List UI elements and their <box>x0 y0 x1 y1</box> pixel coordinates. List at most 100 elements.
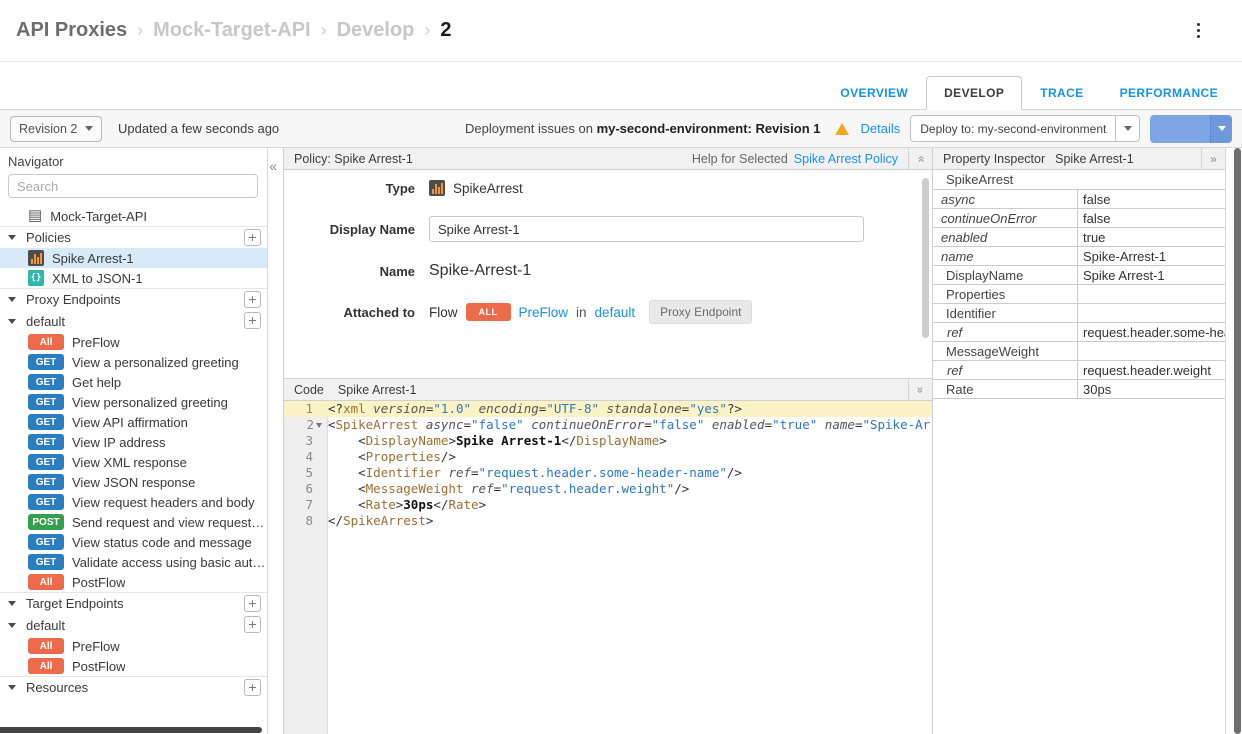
code-line[interactable]: 2<SpikeArrest async="false" continueOnEr… <box>284 417 932 433</box>
navigator-row[interactable]: POSTSend request and view request… <box>0 512 267 532</box>
collapse-caret-icon[interactable] <box>8 319 16 324</box>
fold-caret-icon[interactable] <box>316 423 322 428</box>
search-input[interactable] <box>8 174 258 198</box>
expand-code-panel-icon[interactable]: » <box>908 379 932 400</box>
proxy-endpoint-chip[interactable]: Proxy Endpoint <box>649 300 752 324</box>
collapse-caret-icon[interactable] <box>8 623 16 628</box>
tree-item-label: Mock-Target-API <box>50 209 147 224</box>
save-button-label[interactable]: Save <box>1150 115 1210 143</box>
flow-label: Get help <box>72 375 121 390</box>
flow-label: PostFlow <box>72 575 125 590</box>
code-line[interactable]: 4 <Properties/> <box>284 449 932 465</box>
preflow-link[interactable]: PreFlow <box>519 305 569 320</box>
navigator-row[interactable]: AllPostFlow <box>0 656 267 676</box>
default-endpoint-link[interactable]: default <box>595 305 636 320</box>
navigator-row[interactable]: GETView API affirmation <box>0 412 267 432</box>
add-button[interactable]: + <box>244 679 261 696</box>
navigator-row[interactable]: default+ <box>0 310 267 332</box>
details-link[interactable]: Details <box>861 121 901 136</box>
breadcrumb-item[interactable]: 2 <box>440 19 451 42</box>
save-dropdown-arrow[interactable] <box>1210 115 1232 143</box>
collapse-caret-icon[interactable] <box>8 297 16 302</box>
add-button[interactable]: + <box>244 312 261 329</box>
navigator-row[interactable]: Spike Arrest-1 <box>0 248 267 268</box>
display-name-input[interactable] <box>429 216 864 242</box>
tab-overview[interactable]: OVERVIEW <box>822 76 926 110</box>
navigator-row[interactable]: GETGet help <box>0 372 267 392</box>
code-line[interactable]: 6 <MessageWeight ref="request.header.wei… <box>284 481 932 497</box>
property-row: Identifier <box>933 304 1225 323</box>
navigator-row[interactable]: GETView XML response <box>0 452 267 472</box>
chevron-down-icon[interactable] <box>1115 116 1139 141</box>
code-line[interactable]: 5 <Identifier ref="request.header.some-h… <box>284 465 932 481</box>
navigator-horizontal-scrollbar[interactable] <box>0 727 262 733</box>
navigator-row[interactable]: ▤Mock-Target-API <box>0 206 267 226</box>
property-value[interactable]: 30ps <box>1078 380 1225 398</box>
revision-select-value: Revision 2 <box>19 122 77 136</box>
code-line-text: </SpikeArrest> <box>328 513 932 529</box>
collapse-policy-panel-icon[interactable]: » <box>908 148 932 169</box>
expand-inspector-icon[interactable]: » <box>1201 148 1225 169</box>
navigator-row[interactable]: default+ <box>0 614 267 636</box>
property-value[interactable]: false <box>1078 190 1225 208</box>
navigator-row[interactable]: Resources+ <box>0 676 267 698</box>
navigator-row[interactable]: {}XML to JSON-1 <box>0 268 267 288</box>
code-line[interactable]: 8</SpikeArrest> <box>284 513 932 529</box>
navigator-row[interactable]: GETView personalized greeting <box>0 392 267 412</box>
line-number: 4 <box>305 449 313 465</box>
deploy-to-select[interactable]: Deploy to: my-second-environment <box>910 115 1140 142</box>
all-badge: All <box>28 574 64 590</box>
add-button[interactable]: + <box>244 229 261 246</box>
policy-scrollbar[interactable] <box>922 178 929 338</box>
navigator-row[interactable]: Policies+ <box>0 226 267 248</box>
code-line[interactable]: 3 <DisplayName>Spike Arrest-1</DisplayNa… <box>284 433 932 449</box>
property-value[interactable]: true <box>1078 228 1225 246</box>
flow-label: PostFlow <box>72 659 125 674</box>
collapse-caret-icon[interactable] <box>8 601 16 606</box>
property-value[interactable]: request.header.some-header-name <box>1078 323 1225 341</box>
in-word: in <box>576 305 587 320</box>
navigator-row[interactable]: GETView JSON response <box>0 472 267 492</box>
property-value[interactable] <box>1078 304 1225 322</box>
navigator-row[interactable]: GETView status code and message <box>0 532 267 552</box>
breadcrumb-separator: › <box>424 20 430 41</box>
navigator-row[interactable]: All PostFlow <box>0 572 267 592</box>
tree-section-label: Target Endpoints <box>26 596 124 611</box>
flow-word: Flow <box>429 305 458 320</box>
navigator-row[interactable]: AllPreFlow <box>0 636 267 656</box>
add-button[interactable]: + <box>244 616 261 633</box>
kebab-menu-icon[interactable] <box>1193 19 1204 42</box>
navigator-row[interactable]: GETView IP address <box>0 432 267 452</box>
code-line[interactable]: 7 <Rate>30ps</Rate> <box>284 497 932 513</box>
navigator-row[interactable]: Target Endpoints + <box>0 592 267 614</box>
tab-performance[interactable]: PERFORMANCE <box>1102 76 1236 110</box>
property-value[interactable]: false <box>1078 209 1225 227</box>
line-number: 1 <box>305 401 313 417</box>
property-value[interactable]: Spike-Arrest-1 <box>1078 247 1225 265</box>
inspector-scrollbar[interactable] <box>1234 148 1241 734</box>
navigator-row[interactable]: GETView a personalized greeting <box>0 352 267 372</box>
collapse-navigator-icon[interactable]: « <box>265 156 281 176</box>
revision-select[interactable]: Revision 2 <box>10 116 102 142</box>
navigator-row[interactable]: Proxy Endpoints+ <box>0 288 267 310</box>
spike-arrest-policy-help-link[interactable]: Spike Arrest Policy <box>794 152 898 166</box>
add-button[interactable]: + <box>244 595 261 612</box>
add-button[interactable]: + <box>244 291 261 308</box>
tab-trace[interactable]: TRACE <box>1022 76 1101 110</box>
navigator-row[interactable]: GETValidate access using basic aut… <box>0 552 267 572</box>
code-editor[interactable]: 1<?xml version="1.0" encoding="UTF-8" st… <box>284 401 932 734</box>
code-line[interactable]: 1<?xml version="1.0" encoding="UTF-8" st… <box>284 401 932 417</box>
collapse-caret-icon[interactable] <box>8 235 16 240</box>
breadcrumb-item[interactable]: Mock-Target-API <box>153 19 310 42</box>
save-button[interactable]: Save <box>1150 115 1232 143</box>
flow-label: PreFlow <box>72 335 120 350</box>
collapse-caret-icon[interactable] <box>8 685 16 690</box>
tab-develop[interactable]: DEVELOP <box>926 76 1022 110</box>
navigator-row[interactable]: GETView request headers and body <box>0 492 267 512</box>
navigator-row[interactable]: AllPreFlow <box>0 332 267 352</box>
property-value[interactable] <box>1078 285 1225 303</box>
property-value[interactable]: request.header.weight <box>1078 361 1225 379</box>
breadcrumb-item[interactable]: Develop <box>337 19 415 42</box>
property-value[interactable] <box>1078 342 1225 360</box>
property-value[interactable]: Spike Arrest-1 <box>1078 266 1225 284</box>
